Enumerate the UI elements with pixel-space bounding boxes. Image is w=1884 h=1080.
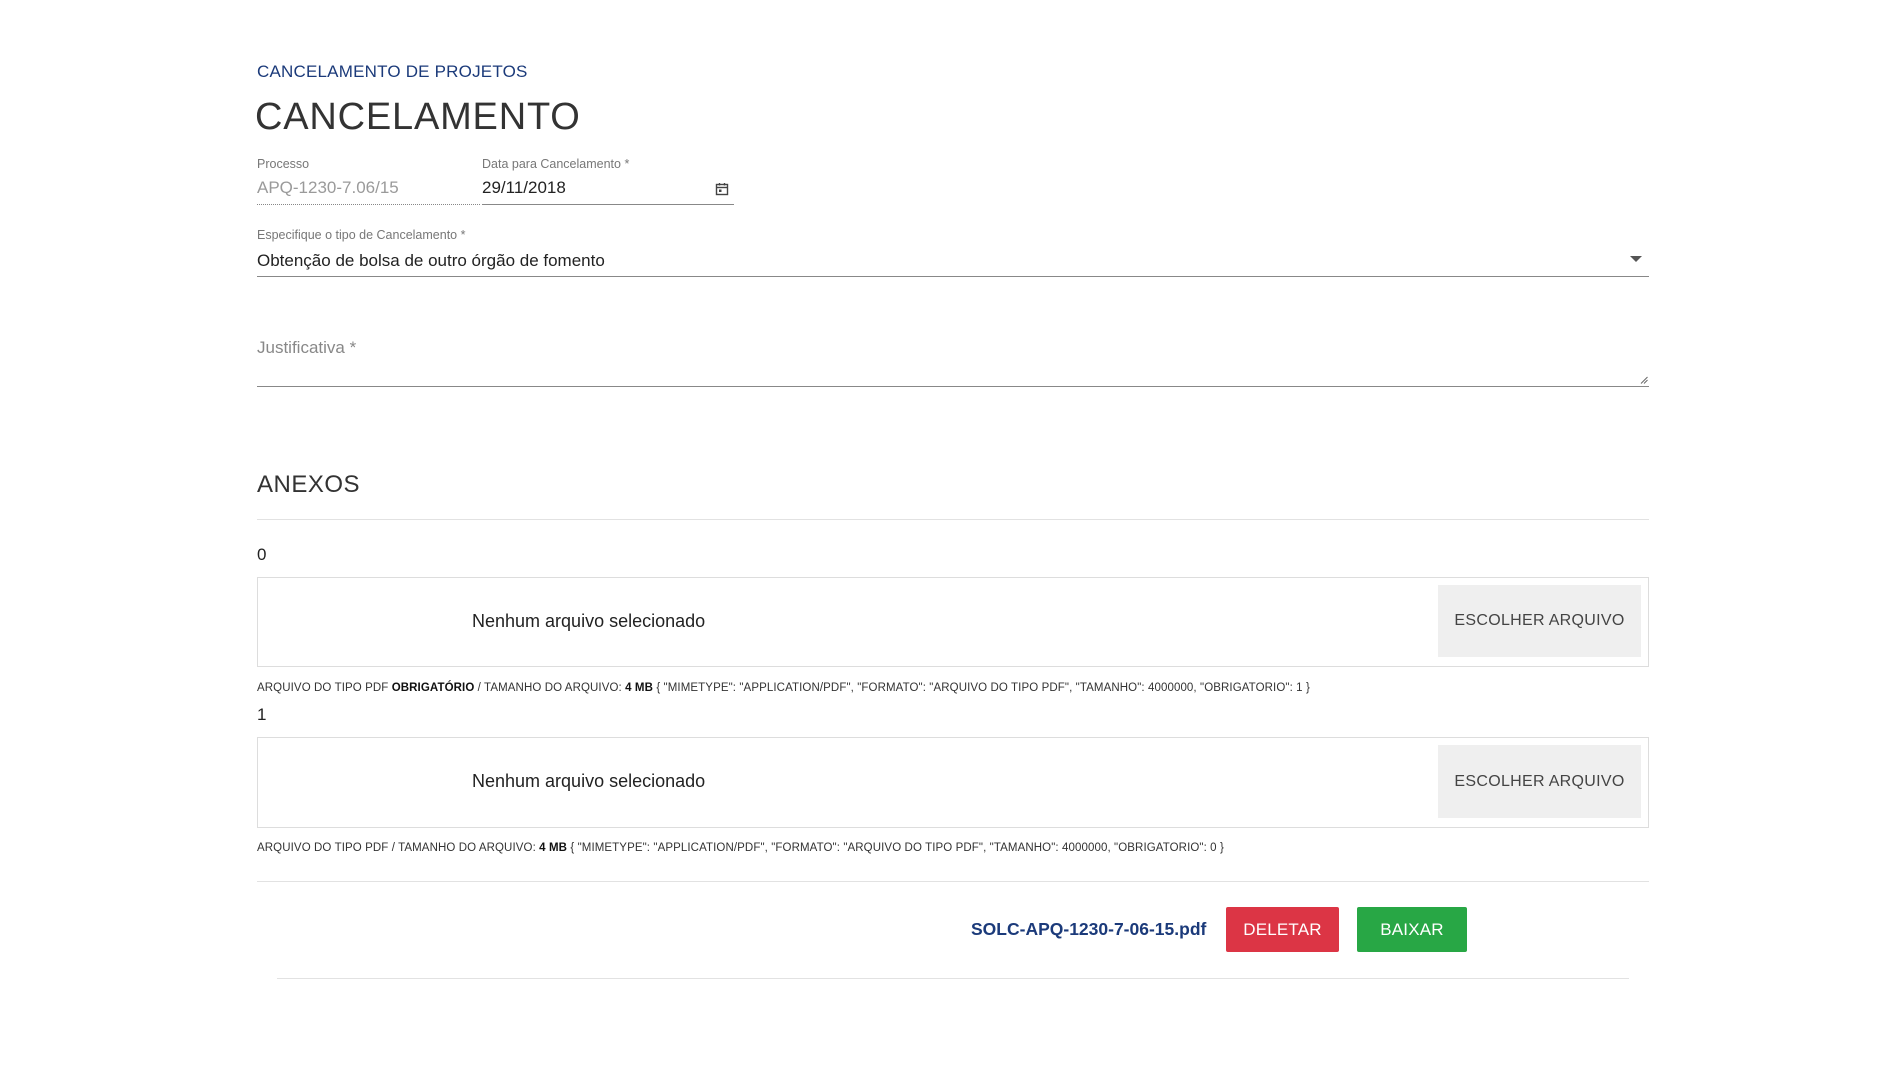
file-help-text: ARQUIVO DO TIPO PDF / TAMANHO DO ARQUIVO… <box>257 842 1224 854</box>
anexos-title: ANEXOS <box>257 471 361 498</box>
download-button[interactable]: BAIXAR <box>1357 907 1467 952</box>
tipo-cancelamento-value: Obtenção de bolsa de outro órgão de fome… <box>257 251 605 270</box>
file-name-text: Nenhum arquivo selecionado <box>472 611 706 631</box>
divider <box>277 978 1629 979</box>
help-suffix: { "MIMETYPE": "APPLICATION/PDF", "FORMAT… <box>567 842 1224 854</box>
calendar-icon[interactable] <box>715 182 729 196</box>
anexo-index: 1 <box>257 705 267 724</box>
data-cancelamento-input[interactable] <box>482 178 682 198</box>
help-middle: / TAMANHO DO ARQUIVO: <box>474 682 626 694</box>
choose-file-button[interactable]: ESCOLHER ARQUIVO <box>1438 585 1641 657</box>
delete-button[interactable]: DELETAR <box>1226 907 1339 952</box>
help-required: OBRIGATÓRIO <box>391 682 475 694</box>
file-help-text: ARQUIVO DO TIPO PDF OBRIGATÓRIO / TAMANH… <box>257 682 1310 694</box>
help-prefix: ARQUIVO DO TIPO PDF <box>257 682 392 694</box>
help-suffix: { "MIMETYPE": "APPLICATION/PDF", "FORMAT… <box>653 682 1310 694</box>
chevron-down-icon <box>1630 256 1642 262</box>
help-prefix: ARQUIVO DO TIPO PDF / TAMANHO DO ARQUIVO… <box>257 842 540 854</box>
divider <box>257 881 1649 882</box>
uploaded-file-link[interactable]: SOLC-APQ-1230-7-06-15.pdf <box>971 919 1206 940</box>
tipo-cancelamento-label: Especifique o tipo de Cancelamento * <box>257 228 466 242</box>
justificativa-field <box>257 338 1649 387</box>
file-upload-box: Nenhum arquivo selecionado ESCOLHER ARQU… <box>257 737 1649 828</box>
breadcrumb[interactable]: CANCELAMENTO DE PROJETOS <box>257 62 528 82</box>
file-upload-box: Nenhum arquivo selecionado ESCOLHER ARQU… <box>257 577 1649 667</box>
divider <box>257 519 1649 520</box>
file-name-text: Nenhum arquivo selecionado <box>472 771 706 791</box>
anexo-index: 0 <box>257 545 267 564</box>
help-size: 4 MB <box>539 842 568 854</box>
data-cancelamento-label: Data para Cancelamento * <box>482 157 630 171</box>
processo-label: Processo <box>257 157 310 171</box>
tipo-cancelamento-select[interactable]: Obtenção de bolsa de outro órgão de fome… <box>257 248 1649 277</box>
help-size: 4 MB <box>625 682 654 694</box>
justificativa-textarea[interactable] <box>257 338 1649 378</box>
page: CANCELAMENTO DE PROJETOS CANCELAMENTO Pr… <box>0 0 1884 1080</box>
choose-file-button[interactable]: ESCOLHER ARQUIVO <box>1438 745 1641 818</box>
resize-grip-icon[interactable] <box>1640 376 1648 384</box>
data-cancelamento-field <box>482 176 734 205</box>
processo-field: APQ-1230-7.06/15 <box>257 178 480 205</box>
page-title: CANCELAMENTO <box>255 96 581 138</box>
